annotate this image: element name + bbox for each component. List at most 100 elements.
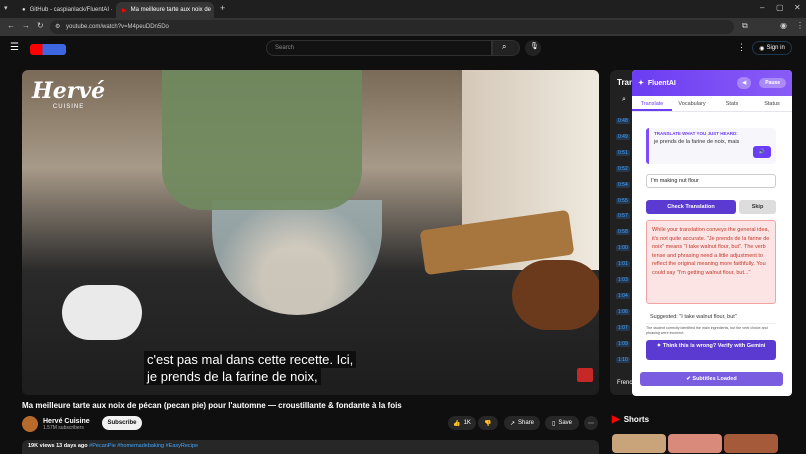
close-window-icon[interactable]: ✕ [794,3,801,12]
voice-search-button[interactable]: 🎙 [525,40,541,56]
fluentai-panel: ✦ FluentAI ◀ Pause Translate Vocabulary … [632,70,792,396]
tab-vocabulary[interactable]: Vocabulary [672,96,712,111]
transcript-timestamp[interactable]: 1:10 [616,356,630,363]
fluentai-header: ✦ FluentAI ◀ Pause [632,70,792,96]
share-button[interactable]: ↗ Share [504,416,540,430]
save-button[interactable]: ▯ Save [545,416,579,430]
tab-label: Ma meilleure tarte aux noix de [130,7,211,13]
caption-line-2: je prends de la farine de noix, [144,368,321,385]
site-info-icon[interactable]: ⚙ [55,20,60,34]
video-player[interactable]: Hervé CUISINE [22,70,599,395]
extensions-icon[interactable]: ⧉ [742,21,748,31]
more-icon[interactable]: ⋮ [737,42,746,53]
search-icon: ⌕ [502,42,507,51]
transcript-timestamp[interactable]: 0:51 [616,149,630,156]
short-thumbnail[interactable] [724,434,778,453]
menu-icon[interactable]: ⋮ [796,21,804,30]
account-icon: ◉ [759,45,765,52]
new-tab-icon[interactable]: + [220,3,225,13]
transcript-timestamp[interactable]: 0:52 [616,165,630,172]
mixing-bowl [212,200,382,315]
url-text: youtube.com/watch?v=M4peuDDn5Do [66,24,169,30]
transcript-timestamp[interactable]: 0:49 [616,133,630,140]
tab-label: GitHub - caspianlack/FluentAI · [29,7,113,13]
tab-status[interactable]: Status [752,96,792,111]
butter-bowl [62,285,142,340]
transcript-search-icon[interactable]: ⌕ [622,96,626,104]
brand-watermark: Hervé CUISINE [32,78,105,110]
subscribe-button[interactable]: Subscribe [102,416,142,430]
suggested-translation: Suggested: "I take walnut flour, but" [646,310,776,324]
prompt-text: je prends de la farine de noix, mais [654,139,740,145]
reload-icon[interactable]: ↻ [37,21,44,30]
hashtags[interactable]: #PecanPie #homemadebaking #EasyRecipe [89,443,198,449]
transcript-timestamp[interactable]: 1:06 [616,308,630,315]
search-button[interactable]: ⌕ [492,40,520,56]
dislike-button[interactable]: 👎 [478,416,498,430]
back-icon[interactable]: ← [7,21,15,30]
speaker-icon: 🔊 [758,149,766,155]
pause-button[interactable]: Pause [759,78,786,88]
transcript-timestamp[interactable]: 1:07 [616,324,630,331]
thumbs-down-icon: 👎 [484,420,492,427]
browser-tab-bar: ▾ ● GitHub - caspianlack/FluentAI · ✕ ▶ … [0,0,806,18]
transcript-timestamp[interactable]: 1:03 [616,277,630,283]
transcript-timestamp[interactable]: 1:01 [616,261,630,268]
sign-in-button[interactable]: ◉ Sign in [752,41,792,55]
transcript-timestamp[interactable]: 0:54 [616,181,630,188]
tab-github[interactable]: ● GitHub - caspianlack/FluentAI · ✕ [16,2,114,18]
translation-input[interactable]: I'm making nut flour [646,174,776,188]
channel-avatar[interactable] [22,416,38,432]
maximize-icon[interactable]: ▢ [776,3,784,12]
description-box[interactable]: 19K views 13 days ago #PecanPie #homemad… [22,440,599,454]
channel-watermark-icon[interactable] [577,368,593,382]
grading-note: The student correctly identified the mai… [646,326,768,335]
rewind-button[interactable]: ◀ [737,77,752,89]
views-date: 19K views 13 days ago [28,443,88,449]
tab-translate[interactable]: Translate [632,96,672,111]
short-thumbnail[interactable] [668,434,722,453]
youtube-icon: ▶ [122,7,127,14]
caption-line-1: c'est pas mal dans cette recette. Ici, [144,351,357,368]
forward-icon[interactable]: → [22,21,30,30]
verify-gemini-button[interactable]: ✦ Think this is wrong? Verify with Gemin… [646,340,776,360]
transcript-timestamp[interactable]: 0:57 [616,213,630,220]
transcript-timestamp[interactable]: 1:09 [616,340,630,347]
hamburger-icon[interactable]: ☰ [10,42,19,53]
youtube-logo[interactable] [30,44,66,55]
sign-in-label: Sign in [766,45,785,51]
more-actions-button[interactable]: ⋯ [584,416,598,430]
like-button[interactable]: 👍 1K [448,416,476,430]
transcript-timestamp[interactable]: 0:48 [616,118,630,124]
save-label: Save [558,420,572,426]
transcript-timestamp[interactable]: 1:04 [616,292,630,299]
minimize-icon[interactable]: – [760,3,764,12]
chef-body [162,70,362,210]
skip-button[interactable]: Skip [739,200,776,214]
subtitles-loaded-status: ✔ Subtitles Loaded [640,372,783,386]
thumbs-up-icon: 👍 [453,420,461,427]
profile-icon[interactable]: ◉ [780,21,787,30]
video-caption: c'est pas mal dans cette recette. Ici, j… [144,351,357,385]
search-input[interactable]: Search [266,40,492,56]
feedback-box: While your translation conveys the gener… [646,220,776,304]
transcript-timestamp[interactable]: 0:58 [616,229,630,236]
fluentai-title: FluentAI [647,79,676,87]
transcript-language[interactable]: Frenc [617,380,632,386]
video-title: Ma meilleure tarte aux noix de pécan (pe… [22,401,402,410]
tab-youtube[interactable]: ▶ Ma meilleure tarte aux noix de ✕ [116,2,214,18]
url-bar[interactable]: ⚙ youtube.com/watch?v=M4peuDDn5Do [50,20,734,34]
shorts-label: Shorts [623,415,650,424]
github-icon: ● [22,7,26,13]
shorts-icon: ▶ [612,414,620,425]
transcript-timestamp[interactable]: 1:00 [616,245,630,252]
short-thumbnail[interactable] [612,434,666,453]
verify-label: Think this is wrong? Verify with Gemini [662,343,766,349]
play-audio-button[interactable]: 🔊 [753,146,771,158]
tab-stats[interactable]: Stats [712,96,752,111]
tab-search-icon[interactable]: ▾ [4,4,8,12]
share-icon: ↗ [509,420,515,427]
check-translation-button[interactable]: Check Translation [646,200,736,214]
channel-name[interactable]: Hervé Cuisine [43,418,90,425]
transcript-timestamp[interactable]: 0:55 [616,197,630,204]
